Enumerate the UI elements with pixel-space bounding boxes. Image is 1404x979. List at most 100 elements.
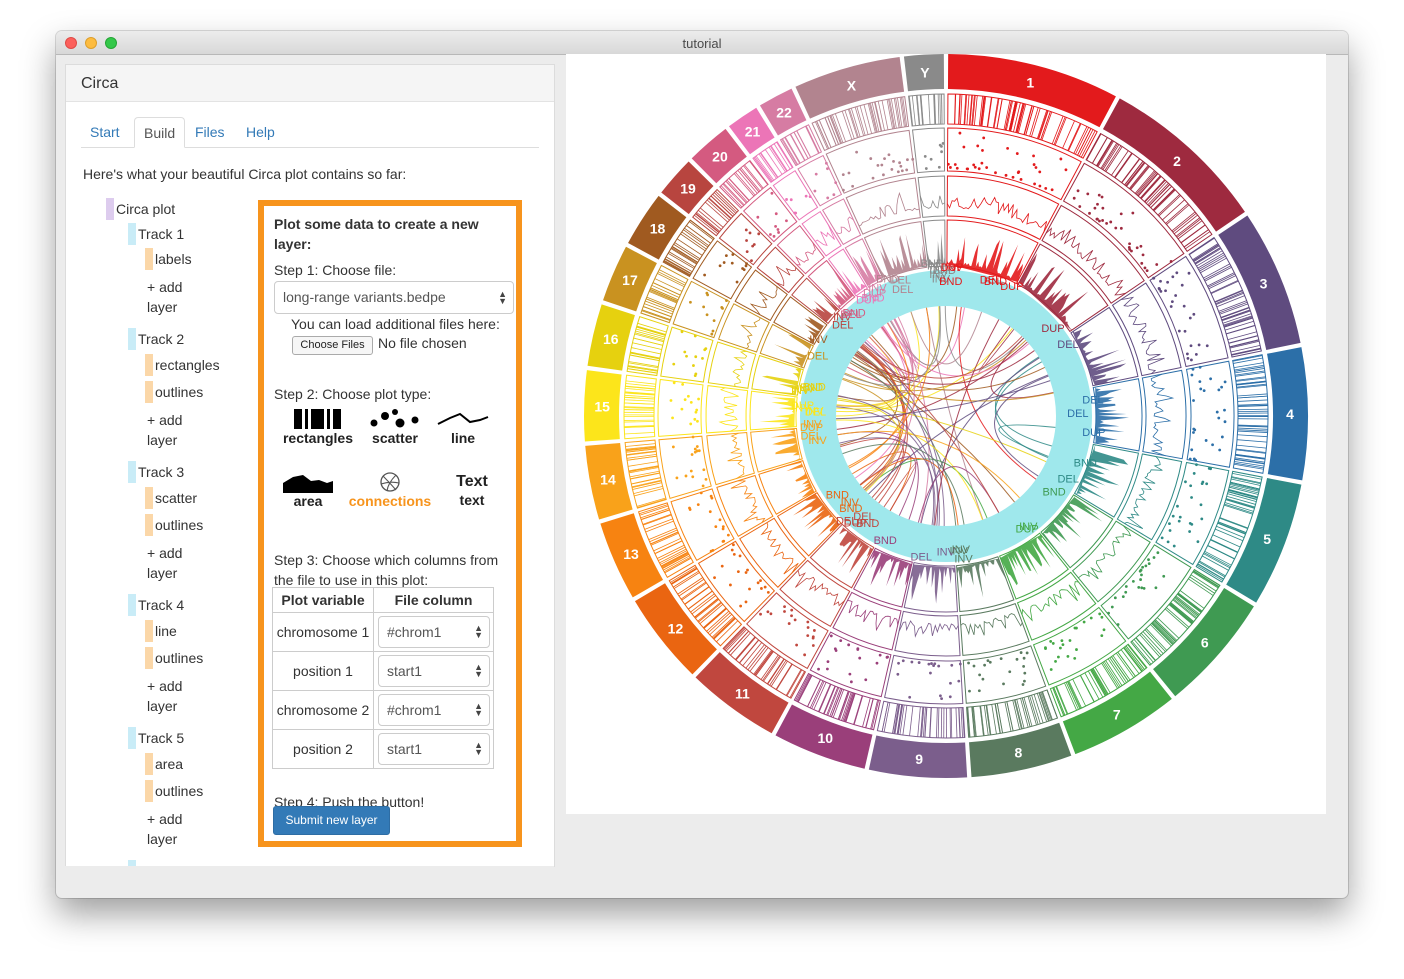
tree-track-4[interactable]: Track 4 xyxy=(138,595,184,615)
scatter-point xyxy=(1098,612,1102,616)
tree-layer[interactable]: outlines xyxy=(155,781,203,801)
scatter-point xyxy=(1119,212,1123,216)
tree-layer[interactable]: rectangles xyxy=(155,355,220,375)
scatter-point xyxy=(813,189,817,193)
scatter-point xyxy=(703,348,707,352)
rectangle-mark xyxy=(644,518,673,530)
track-marker xyxy=(128,461,136,483)
rectangle-mark xyxy=(1023,697,1033,727)
rectangle-mark xyxy=(1135,171,1156,195)
column-select[interactable]: #chrom1 ▲ ▼ xyxy=(378,616,490,648)
sv-label: DEL xyxy=(832,320,853,332)
add-layer-link[interactable]: + add xyxy=(147,410,182,430)
table-header-row: Plot variable File column xyxy=(272,587,494,613)
tree-layer[interactable]: line xyxy=(155,621,177,641)
add-layer-link-word[interactable]: layer xyxy=(147,829,177,849)
plot-type-connections[interactable]: connections xyxy=(346,471,434,509)
tree-track-3[interactable]: Track 3 xyxy=(138,462,184,482)
scatter-point xyxy=(1139,244,1143,248)
scatter-point xyxy=(1199,503,1203,507)
scatter-point xyxy=(1168,529,1172,532)
tree-layer[interactable]: area xyxy=(155,754,183,774)
line-series xyxy=(740,317,761,349)
line-series xyxy=(1124,456,1163,529)
plot-type-scatter[interactable]: scatter xyxy=(360,408,430,446)
scatter-point xyxy=(1044,186,1048,190)
scatter-point xyxy=(745,250,749,254)
sv-label: DEL xyxy=(911,551,932,563)
tab-start[interactable]: Start xyxy=(81,117,129,147)
add-layer-link-word[interactable]: layer xyxy=(147,696,177,716)
rectangle-mark xyxy=(1210,539,1239,553)
chromosome-label: 22 xyxy=(776,105,792,121)
tree-root[interactable]: Circa plot xyxy=(116,199,175,219)
scatter-point xyxy=(829,634,833,638)
add-layer-link[interactable]: + add xyxy=(147,543,182,563)
add-layer-link[interactable]: + add xyxy=(147,277,182,297)
scatter-point xyxy=(1082,620,1086,624)
scatter-point xyxy=(896,672,900,676)
tree-layer[interactable]: labels xyxy=(155,249,192,269)
scatter-point xyxy=(940,150,943,154)
scatter-point xyxy=(772,234,776,238)
scatter-point xyxy=(930,662,933,665)
scatter-point xyxy=(1164,289,1167,293)
scatter-point xyxy=(1171,514,1175,518)
tree-track-5[interactable]: Track 5 xyxy=(138,728,184,748)
plot-type-area[interactable]: area xyxy=(274,471,342,509)
plot-type-line[interactable]: line xyxy=(434,408,492,446)
scatter-point xyxy=(745,239,748,242)
submit-new-layer-button[interactable]: Submit new layer xyxy=(273,806,390,835)
tree-layer[interactable]: outlines xyxy=(155,515,203,535)
rectangle-mark xyxy=(843,692,854,722)
tab-help[interactable]: Help xyxy=(237,117,284,147)
scatter-point xyxy=(757,232,761,236)
rectangle-mark xyxy=(1227,331,1257,341)
column-mapping-table: Plot variable File column chromosome 1 #… xyxy=(272,587,494,769)
tree-track-1[interactable]: Track 1 xyxy=(138,224,184,244)
track-outline xyxy=(706,431,755,486)
rectangle-mark xyxy=(1237,439,1267,443)
plot-type-label: area xyxy=(293,493,323,509)
add-layer-link-word[interactable]: layer xyxy=(147,297,177,317)
tree-layer[interactable]: outlines xyxy=(155,382,203,402)
sv-label: BND xyxy=(826,489,849,501)
tree-track-2[interactable]: Track 2 xyxy=(138,329,184,349)
scatter-point xyxy=(1192,399,1195,402)
scatter-point xyxy=(841,188,845,192)
plot-type-text[interactable]: Text text xyxy=(442,472,502,508)
rectangle-mark xyxy=(1237,427,1268,430)
add-layer-link[interactable]: + add xyxy=(147,809,182,829)
scatter-point xyxy=(986,659,990,663)
add-layer-link-word[interactable]: layer xyxy=(147,563,177,583)
rectangle-mark xyxy=(960,94,963,125)
tree-layer[interactable]: scatter xyxy=(155,488,197,508)
add-layer-link-word[interactable]: layer xyxy=(147,430,177,450)
choose-files-button[interactable]: Choose Files xyxy=(292,336,373,355)
scatter-point xyxy=(1194,352,1198,356)
new-layer-panel: Plot some data to create a new layer: St… xyxy=(258,200,522,847)
sv-label: DEL xyxy=(1082,395,1103,407)
plot-type-rectangles[interactable]: rectangles xyxy=(278,408,358,446)
scatter-point xyxy=(1188,530,1192,533)
column-select[interactable]: #chrom1 ▲ ▼ xyxy=(378,694,490,726)
tree-layer[interactable]: outlines xyxy=(155,648,203,668)
scatter-point xyxy=(776,228,780,231)
scatter-point xyxy=(691,435,695,439)
column-select[interactable]: start1 ▲ ▼ xyxy=(378,733,490,765)
add-layer-link[interactable]: + add xyxy=(147,676,182,696)
scatter-point xyxy=(1223,408,1226,412)
scatter-point xyxy=(1093,206,1097,210)
file-select[interactable]: long-range variants.bedpe ▲ ▼ xyxy=(274,281,514,314)
scatter-point xyxy=(803,653,807,657)
rectangle-mark xyxy=(886,99,893,130)
scatter-point xyxy=(1187,271,1191,275)
tab-build[interactable]: Build xyxy=(134,117,186,148)
scatter-point xyxy=(680,407,684,411)
tab-files[interactable]: Files xyxy=(186,117,234,147)
scatter-point xyxy=(929,157,933,161)
scatter-point xyxy=(1019,178,1023,181)
rectangle-mark xyxy=(985,705,991,736)
column-select[interactable]: start1 ▲ ▼ xyxy=(378,655,490,687)
rectangle-mark xyxy=(937,707,940,738)
